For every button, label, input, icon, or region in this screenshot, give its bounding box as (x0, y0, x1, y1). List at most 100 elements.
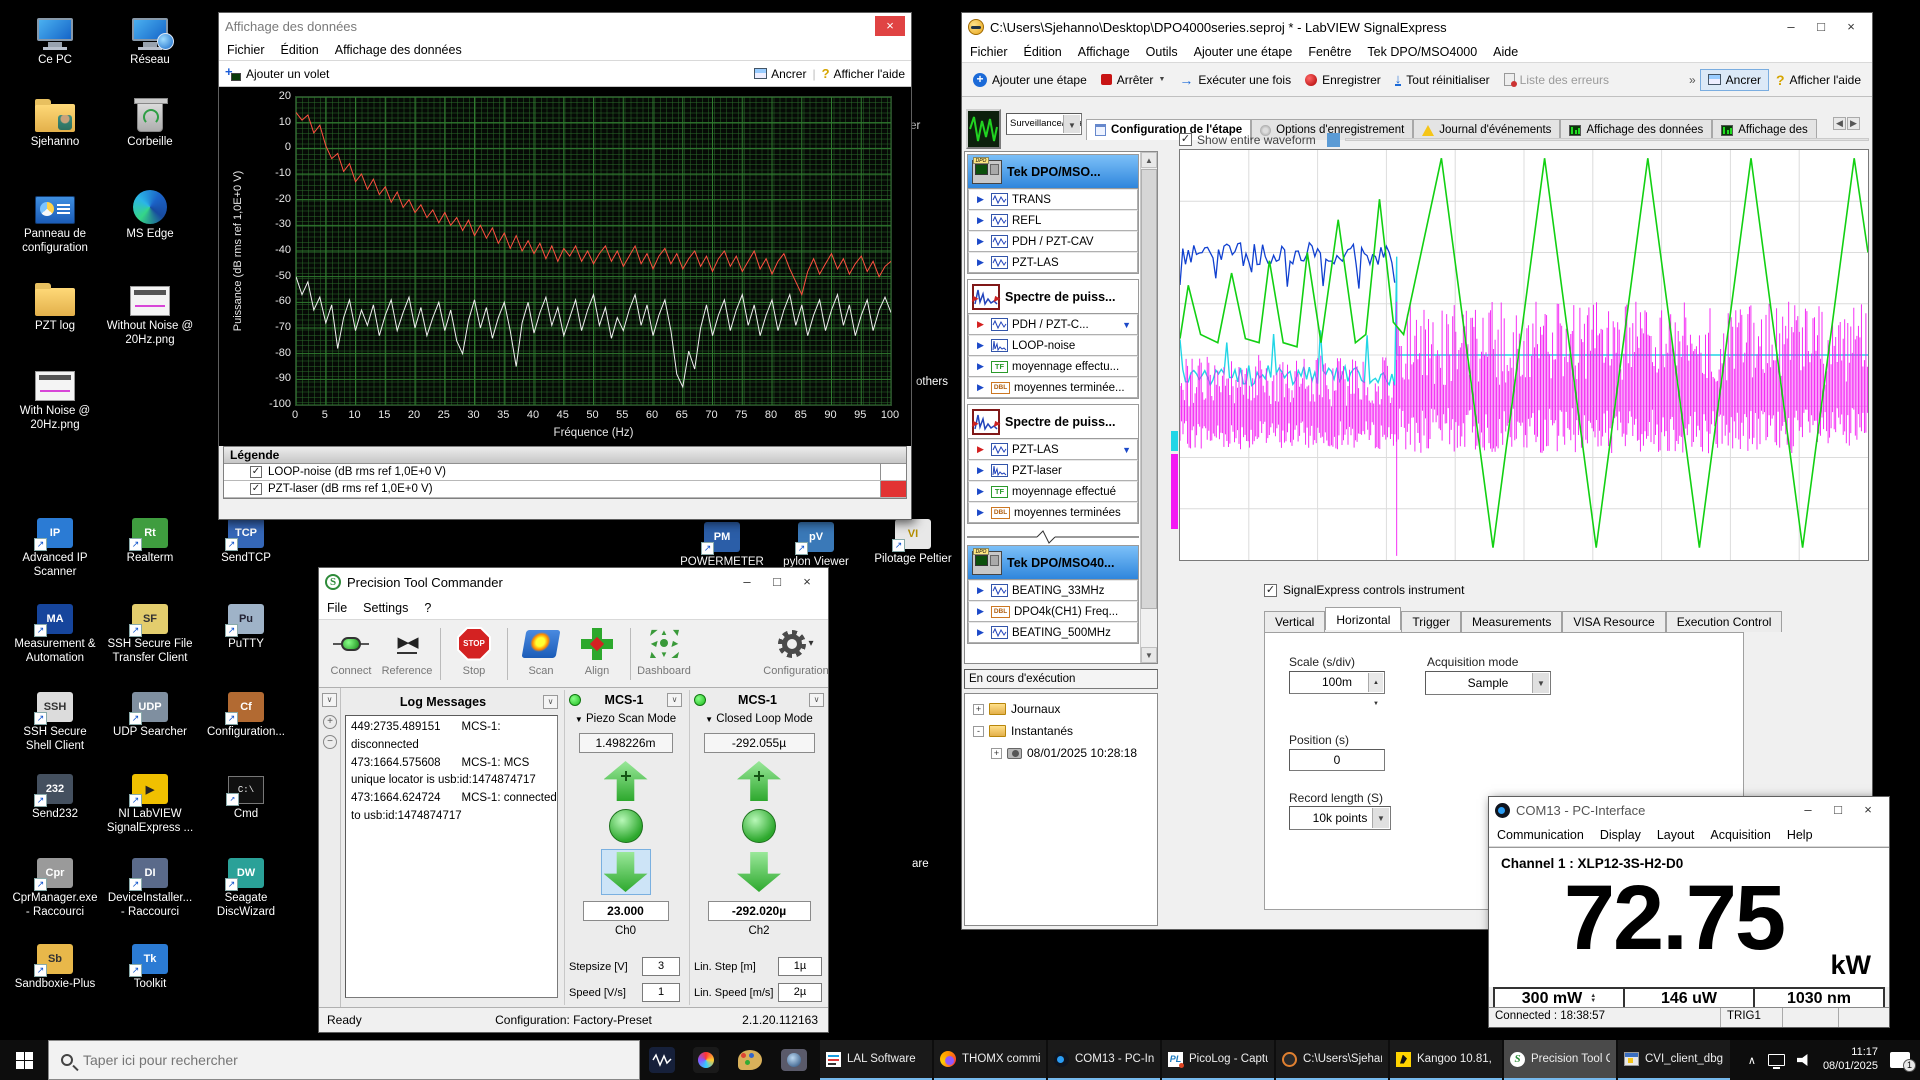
com13-titlebar[interactable]: COM13 - PC-Interface –□× (1489, 797, 1889, 823)
pinned-app-ni-max[interactable] (684, 1040, 728, 1080)
toolbar-button-run-once[interactable]: →Exécuter une fois (1172, 69, 1298, 91)
minimize-button[interactable]: – (1776, 16, 1806, 38)
legend-checkbox[interactable]: ✓ (250, 483, 262, 495)
scan-button[interactable]: Scan (513, 623, 569, 685)
taskbar-window-cvi[interactable]: CVI_client_dbg (1618, 1040, 1730, 1080)
show-entire-waveform-checkbox[interactable]: ✓ (1179, 133, 1192, 146)
desktop-icon[interactable]: Panneau de configuration (10, 184, 100, 256)
acquisition-mode-select[interactable]: Sample▼ (1425, 671, 1551, 695)
instrument-control-checkbox[interactable]: ✓ (1264, 584, 1277, 597)
desktop-icon[interactable]: Cf↗Configuration... (201, 682, 291, 740)
config-tab-horizontal[interactable]: Horizontal (1325, 607, 1401, 630)
desktop-icon[interactable]: MA↗Measurement & Automation (10, 594, 100, 666)
parameter-input[interactable]: 2µ (778, 983, 822, 1002)
speaker-icon[interactable] (1797, 1054, 1811, 1066)
taskbar-window-com-interface[interactable]: COM13 - PC-Int... (1048, 1040, 1160, 1080)
collapse-all-button[interactable]: − (323, 735, 337, 749)
tree-item[interactable]: ▶DBLmoyennes terminée... (968, 377, 1138, 398)
jog-stop-button[interactable] (742, 809, 776, 843)
affichage-titlebar[interactable]: Affichage des données × (219, 13, 911, 39)
scroll-up-icon[interactable]: ▲ (1141, 152, 1157, 168)
expander-icon[interactable]: - (973, 726, 984, 737)
parameter-input[interactable]: 1 (642, 983, 680, 1002)
maximize-button[interactable]: □ (1806, 16, 1836, 38)
desktop-icon[interactable]: C:\↗Cmd (201, 764, 291, 822)
menu-item[interactable]: Display (1592, 825, 1649, 845)
record-length-select[interactable]: 10k points▼ (1289, 806, 1391, 830)
menu-item[interactable]: Affichage des données (327, 40, 470, 60)
mode-dropdown[interactable]: ▼ Piezo Scan Mode (565, 713, 686, 725)
config-tab-trigger[interactable]: Trigger (1401, 611, 1461, 632)
taskbar-window-ptc[interactable]: SPrecision Tool C... (1504, 1040, 1616, 1080)
desktop-icon[interactable]: Tk↗Toolkit (105, 934, 195, 992)
pinned-app-signalexpress[interactable] (640, 1040, 684, 1080)
menu-item[interactable]: Layout (1649, 825, 1703, 845)
parameter-input[interactable]: 3 (642, 957, 680, 976)
target-value[interactable]: 23.000 (583, 901, 669, 921)
menu-item[interactable]: Aide (1485, 42, 1526, 62)
desktop-icon[interactable]: Réseau (105, 10, 195, 68)
tab-scroll-left[interactable]: ◀ (1833, 117, 1846, 130)
desktop-icon[interactable]: Without Noise @ 20Hz.png (105, 276, 195, 348)
jog-up-button[interactable] (604, 761, 648, 801)
desktop-icon[interactable]: UDP↗UDP Searcher (105, 682, 195, 740)
desktop-icon[interactable]: Cpr↗CprManager.exe - Raccourci (10, 848, 100, 920)
toolbar-overflow-chevron[interactable]: » (1685, 73, 1700, 87)
chevron-down-icon[interactable]: ▼ (1372, 808, 1389, 828)
desktop-icon[interactable]: DW↗Seagate DiscWizard (201, 848, 291, 920)
stop-button[interactable]: STOPStop (446, 623, 502, 685)
search-input[interactable] (83, 1052, 563, 1068)
toolbar-button-help[interactable]: ?Afficher l'aide (1769, 69, 1868, 91)
chevron-down-icon[interactable]: ▼ (1122, 320, 1131, 330)
scroll-down-icon[interactable]: ▼ (1141, 647, 1157, 663)
legend-row[interactable]: ✓LOOP-noise (dB rms ref 1,0E+0 V) (224, 464, 906, 481)
parameter-input[interactable]: 1µ (778, 957, 822, 976)
desktop-icon[interactable]: Sb↗Sandboxie-Plus (10, 934, 100, 992)
desktop-icon[interactable]: IP↗Advanced IP Scanner (10, 508, 100, 580)
pinned-app-camera[interactable] (772, 1040, 816, 1080)
tree-item[interactable]: ▶REFL (968, 210, 1138, 231)
tree-scrollbar[interactable]: ▲ ▼ (1140, 152, 1157, 663)
tree-group-header[interactable]: ▶▶Spectre de puiss... (968, 280, 1138, 314)
taskbar-window-alphanov[interactable]: LAL Software (820, 1040, 932, 1080)
taskbar-search[interactable] (48, 1040, 640, 1080)
position-input[interactable]: 0 (1289, 749, 1385, 771)
desktop-icon[interactable]: Ce PC (10, 10, 100, 68)
toolbar-button-error-list[interactable]: Liste des erreurs (1497, 70, 1616, 90)
desktop-icon[interactable]: Sjehanno (10, 92, 100, 150)
legend-row[interactable]: ✓PZT-laser (dB rms ref 1,0E+0 V) (224, 481, 906, 498)
close-button[interactable]: × (1853, 799, 1883, 821)
minimize-button[interactable]: – (732, 571, 762, 593)
minimize-button[interactable]: – (1793, 799, 1823, 821)
help-button[interactable]: ?Afficher l'aide (822, 66, 905, 81)
journal-item[interactable]: +08/01/2025 10:28:18 (967, 742, 1155, 764)
signalexpress-titlebar[interactable]: C:\Users\Sjehanno\Desktop\DPO4000series.… (962, 13, 1872, 41)
connect-button[interactable]: Connect (323, 623, 379, 685)
menu-item[interactable]: Affichage (1070, 42, 1138, 62)
chevron-down-icon[interactable]: ▼ (1122, 445, 1131, 455)
expand-all-button[interactable]: + (323, 715, 337, 729)
mode-dropdown[interactable]: Surveillance/Enregist...▼ (1006, 113, 1082, 135)
menu-item[interactable]: Communication (1489, 825, 1592, 845)
mode-dropdown[interactable]: ▼ Closed Loop Mode (690, 713, 828, 725)
tree-item[interactable]: ▶LOOP-noise (968, 335, 1138, 356)
menu-item[interactable]: Tek DPO/MSO4000 (1359, 42, 1485, 62)
toolbar-button-reset[interactable]: ↓Tout réinitialiser (1388, 70, 1497, 90)
network-icon[interactable] (1768, 1054, 1785, 1066)
menu-item[interactable]: ? (416, 598, 439, 618)
tree-item[interactable]: ▶BEATING_33MHz (968, 580, 1138, 601)
tree-group-header[interactable]: ▶▶Spectre de puiss... (968, 405, 1138, 439)
toolbar-button-record[interactable]: Enregistrer (1298, 70, 1388, 90)
taskbar-window-picolog[interactable]: PLPicoLog - Captu... (1162, 1040, 1274, 1080)
toolbar-button-add-step[interactable]: +Ajouter une étape (966, 70, 1094, 90)
scale-input[interactable]: 100m▲▼ (1289, 671, 1385, 694)
desktop-icon[interactable]: PM↗POWERMETER (677, 512, 767, 570)
desktop-icon[interactable]: pV↗pylon Viewer (771, 512, 861, 570)
tray-chevron-icon[interactable]: ∧ (1748, 1054, 1756, 1067)
desktop-icon[interactable]: With Noise @ 20Hz.png (10, 361, 100, 433)
expander-icon[interactable]: + (973, 704, 984, 715)
dock-button[interactable]: Ancrer (754, 67, 806, 81)
tree-item[interactable]: ▶PDH / PZT-CAV (968, 231, 1138, 252)
desktop-icon[interactable]: PZT log (10, 276, 100, 334)
jog-up-button[interactable] (737, 761, 781, 801)
